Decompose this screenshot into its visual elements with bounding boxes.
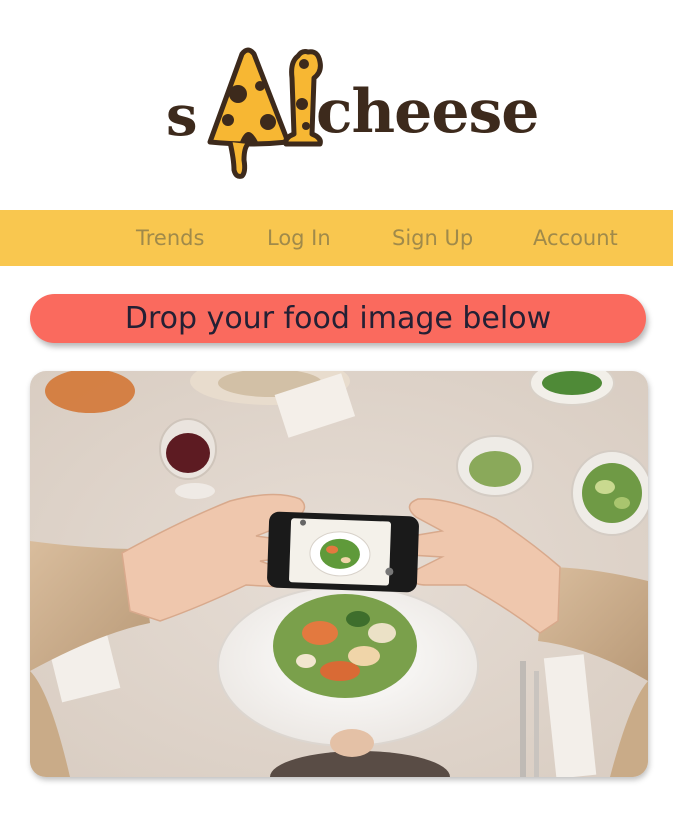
food-photo-image [30, 371, 648, 777]
nav-account-link[interactable]: Account [533, 226, 618, 250]
cheese-logo-icon [207, 47, 323, 179]
drop-instruction-text: Drop your food image below [124, 301, 552, 336]
nav-trends-link[interactable]: Trends [136, 226, 204, 250]
nav-login-link[interactable]: Log In [267, 226, 331, 250]
site-logo[interactable]: s cheese [160, 40, 539, 185]
page: s cheese Trends Log In Sign Up Account D… [0, 0, 673, 817]
main-nav: Trends Log In Sign Up Account [0, 210, 673, 266]
drop-instruction-banner: Drop your food image below [30, 294, 646, 343]
nav-signup-link[interactable]: Sign Up [392, 226, 473, 250]
logo-wordmark: cheese [316, 77, 539, 147]
image-drop-zone[interactable] [30, 371, 648, 777]
